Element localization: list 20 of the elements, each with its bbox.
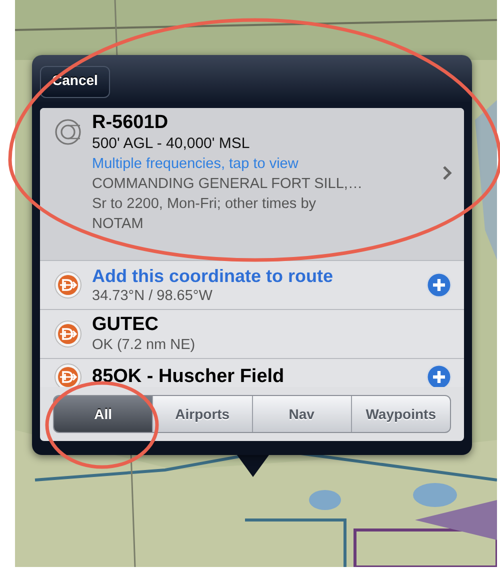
filter-tab[interactable]: Nav xyxy=(252,396,351,432)
waypoint-icon xyxy=(54,271,82,299)
filter-tab[interactable]: Waypoints xyxy=(350,396,450,432)
waypoint-icon xyxy=(54,363,82,387)
filter-tab[interactable]: Airports xyxy=(152,396,252,432)
waypoint-name: GUTEC xyxy=(92,314,160,336)
waypoint-icon xyxy=(54,320,82,348)
add-icon[interactable] xyxy=(426,364,452,387)
airspace-name: R-5601D xyxy=(92,112,170,134)
altitude-range: 500' AGL - 40,000' MSL xyxy=(92,134,251,154)
waypoint-details: OK (7.2 nm NE) xyxy=(92,336,196,354)
filter-tab[interactable]: All xyxy=(54,396,152,432)
add-icon[interactable] xyxy=(426,272,452,298)
airspace-icon xyxy=(54,118,82,146)
controlling-agency: COMMANDING GENERAL FORT SILL,… xyxy=(92,175,364,194)
active-hours: Sr to 2200, Mon-Fri; other times by NOTAM xyxy=(92,195,318,234)
waypoint-name: 85OK - Huscher Field xyxy=(92,366,286,387)
frequencies-link[interactable]: Multiple frequencies, tap to view xyxy=(92,154,432,174)
coordinates: 34.73°N / 98.65°W xyxy=(92,287,214,305)
add-to-route-link[interactable]: Add this coordinate to route xyxy=(92,265,416,287)
